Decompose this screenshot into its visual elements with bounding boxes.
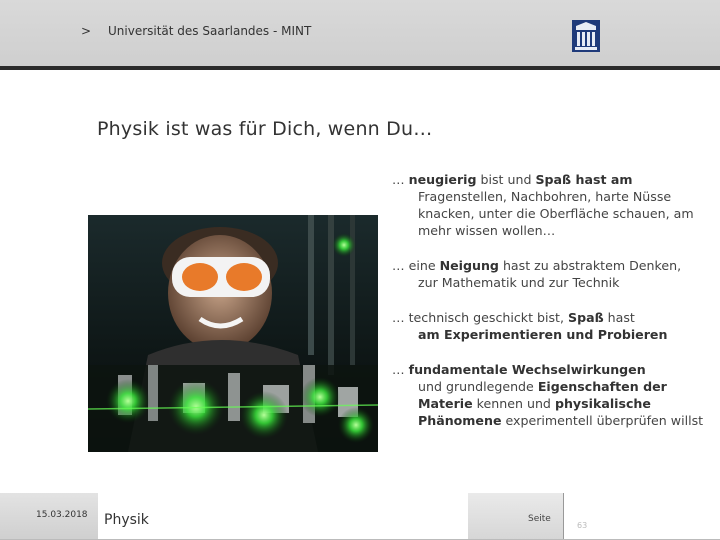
bullet-abstract-thinking: … eine Neigung hast zu abstraktem Denken…	[392, 257, 714, 291]
footer-topic: Physik	[104, 512, 149, 528]
slide-title: Physik ist was für Dich, wenn Du…	[97, 118, 433, 140]
bullet-technical-skill: … technisch geschickt bist, Spaß hast am…	[392, 309, 714, 343]
laser-lab-photo	[88, 215, 378, 452]
bullet-bold: fundamentale Wechselwirkungen	[408, 362, 646, 377]
footer-divider	[563, 493, 564, 540]
footer-bar: 15.03.2018 Physik Seite 63	[0, 493, 720, 540]
bullet-bold: am Experimentieren und Probieren	[418, 327, 668, 342]
footer-page-number: 63	[577, 521, 588, 530]
bullet-continuation: Fragenstellen, Nachbohren, harte Nüsse k…	[418, 189, 694, 238]
footer-date: 15.03.2018	[36, 510, 88, 520]
breadcrumb-arrow[interactable]: >	[81, 24, 91, 38]
bullet-bold: neugierig	[408, 172, 477, 187]
header-bar: > Universität des Saarlandes - MINT	[0, 0, 720, 70]
bullet-text: bist und	[476, 172, 536, 187]
bullet-continuation: zur Mathematik und zur Technik	[418, 275, 620, 290]
bullet-bold: Spaß hast am	[535, 172, 633, 187]
bullet-bold: Neigung	[439, 258, 499, 273]
footer-page-label: Seite	[528, 514, 551, 524]
bullet-bold: Spaß	[568, 310, 604, 325]
bullet-curiosity: … neugierig bist und Spaß hast am Fragen…	[392, 171, 714, 239]
bullet-text: kennen und	[472, 396, 555, 411]
bullet-text: …	[392, 362, 409, 377]
bullet-text: experimentell überprüfen willst	[501, 413, 704, 428]
bullet-fundamental-interactions: … fundamentale Wechselwirkungen und grun…	[392, 361, 714, 429]
bullet-text: und grundlegende	[418, 379, 538, 394]
header-title: Universität des Saarlandes - MINT	[108, 24, 312, 38]
bullet-text: hast zu abstraktem Denken,	[498, 258, 682, 273]
bullet-text: hast	[603, 310, 635, 325]
bullet-text: …	[392, 172, 409, 187]
university-seal-icon	[572, 20, 600, 52]
bullet-text: … eine	[392, 258, 440, 273]
bullet-text: … technisch geschickt bist,	[392, 310, 569, 325]
bullet-list: … neugierig bist und Spaß hast am Fragen…	[392, 171, 714, 447]
